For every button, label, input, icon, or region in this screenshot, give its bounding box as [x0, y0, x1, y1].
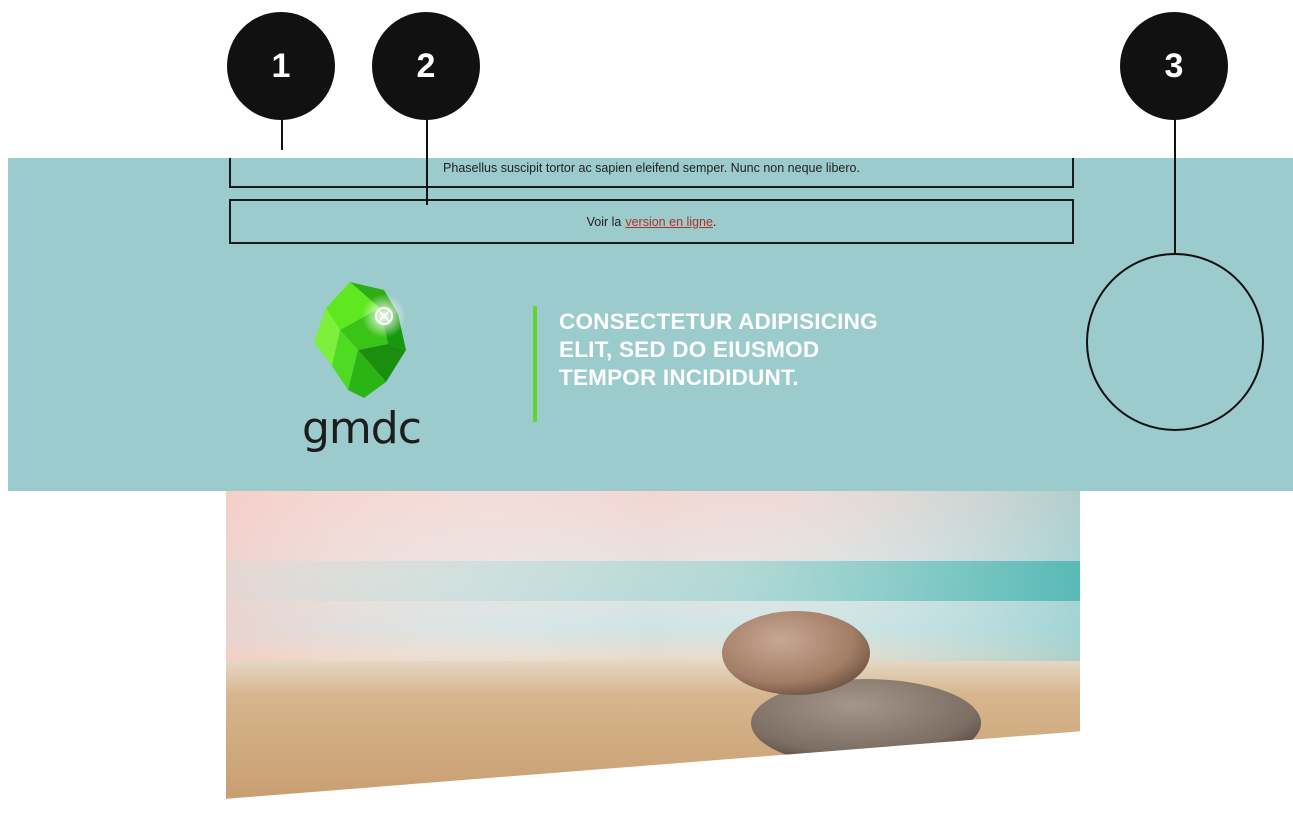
hero-image [226, 491, 1080, 816]
header-tagline: CONSECTETUR ADIPISICING ELIT, SED DO EIU… [559, 309, 878, 390]
callout-3-label: 3 [1164, 46, 1184, 85]
preheader-text: Phasellus suscipit tortor ac sapien elei… [443, 160, 860, 175]
callout-3-badge: 3 [1120, 12, 1228, 120]
callout-3-target-circle [1086, 253, 1264, 431]
accent-divider [533, 306, 537, 422]
callout-3-leader [1174, 110, 1176, 254]
balanced-stones-image [226, 491, 1080, 816]
web-version-link[interactable]: version en ligne [625, 215, 713, 229]
preheader-text-box: Phasellus suscipit tortor ac sapien elei… [229, 158, 1074, 188]
callout-1-label: 1 [271, 46, 291, 85]
email-template: Phasellus suscipit tortor ac sapien elei… [8, 158, 1293, 816]
callout-2-label: 2 [416, 46, 436, 85]
logo-wordmark: gmdc [302, 403, 422, 454]
web-version-box: Voir la version en ligne. [229, 199, 1074, 244]
annotated-email-preview: Phasellus suscipit tortor ac sapien elei… [0, 0, 1293, 823]
callout-2-leader [426, 110, 428, 205]
callout-1-badge: 1 [227, 12, 335, 120]
web-version-suffix: . [712, 214, 717, 229]
web-version-prefix: Voir la [586, 214, 622, 229]
callout-2-badge: 2 [372, 12, 480, 120]
gem-logo-icon [314, 282, 406, 398]
gmdc-logo[interactable]: gmdc [288, 278, 448, 468]
